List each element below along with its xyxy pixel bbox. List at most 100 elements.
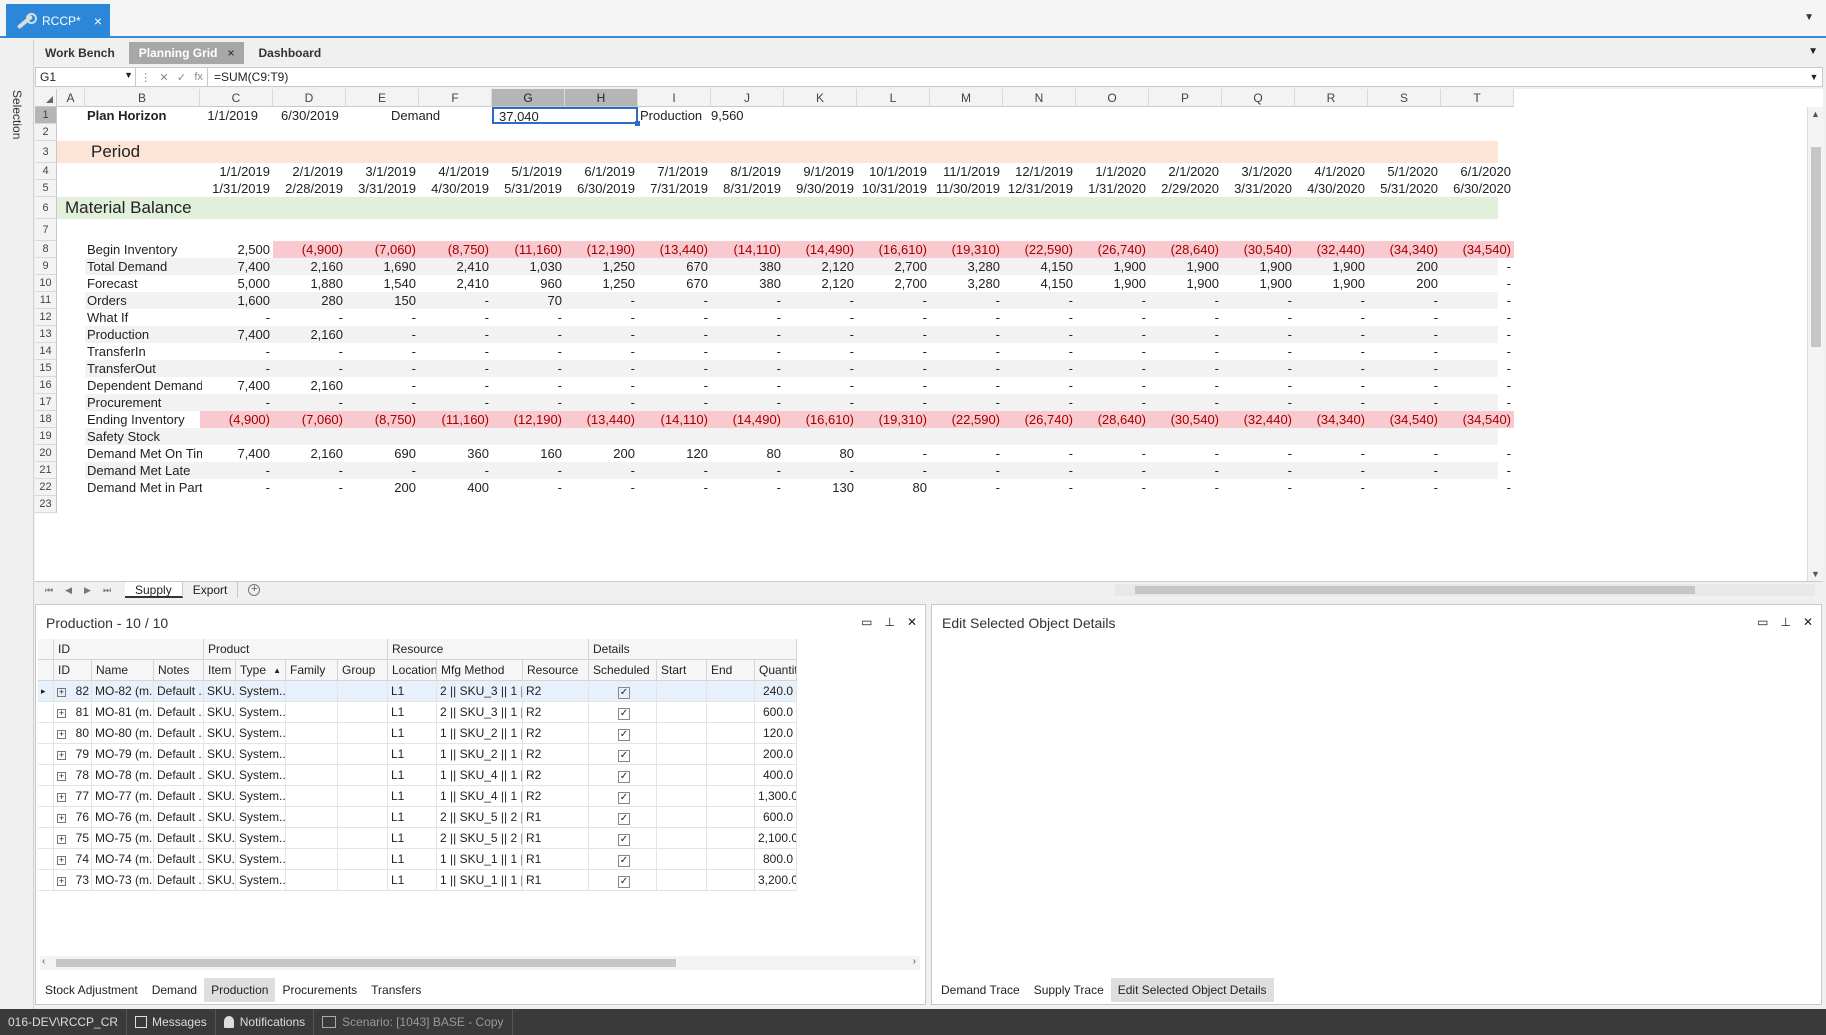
tab-edit-selected-object-details[interactable]: Edit Selected Object Details bbox=[1110, 978, 1274, 1002]
value-cell[interactable]: - bbox=[273, 479, 346, 496]
period-end[interactable]: 10/31/2019 bbox=[857, 180, 930, 197]
maximize-icon[interactable]: ▭ bbox=[861, 615, 872, 629]
end-cell[interactable] bbox=[707, 765, 755, 786]
value-cell[interactable]: (16,610) bbox=[857, 241, 930, 258]
period-start[interactable]: 5/1/2020 bbox=[1368, 163, 1441, 180]
column-header-b[interactable]: B bbox=[85, 89, 200, 107]
column-header-p[interactable]: P bbox=[1149, 89, 1222, 107]
value-cell[interactable] bbox=[711, 428, 784, 445]
value-cell[interactable]: 7,400 bbox=[200, 258, 273, 275]
expand-icon[interactable]: + bbox=[57, 856, 66, 865]
table-row[interactable]: +79MO-79 (m...Default ...SKU...System...… bbox=[38, 744, 797, 765]
start-cell[interactable] bbox=[657, 786, 707, 807]
column-header[interactable]: Start bbox=[657, 660, 707, 681]
tab-transfers[interactable]: Transfers bbox=[364, 978, 428, 1002]
column-header-h[interactable]: H bbox=[565, 89, 638, 107]
value-cell[interactable]: - bbox=[1368, 377, 1441, 394]
value-cell[interactable]: - bbox=[419, 292, 492, 309]
scheduled-cell[interactable]: ✓ bbox=[589, 681, 657, 702]
value-cell[interactable]: - bbox=[638, 462, 711, 479]
start-cell[interactable] bbox=[657, 870, 707, 891]
value-cell[interactable]: (19,310) bbox=[930, 241, 1003, 258]
value-cell[interactable]: - bbox=[492, 394, 565, 411]
value-cell[interactable]: - bbox=[492, 462, 565, 479]
row-label[interactable]: Procurement bbox=[87, 394, 202, 411]
value-cell[interactable]: (13,440) bbox=[565, 411, 638, 428]
value-cell[interactable]: - bbox=[492, 377, 565, 394]
expand-icon[interactable]: + bbox=[57, 793, 66, 802]
group-cell[interactable] bbox=[338, 870, 388, 891]
value-cell[interactable]: - bbox=[857, 377, 930, 394]
period-end[interactable]: 11/30/2019 bbox=[930, 180, 1003, 197]
value-cell[interactable]: - bbox=[200, 394, 273, 411]
period-end[interactable]: 8/31/2019 bbox=[711, 180, 784, 197]
row-indicator[interactable] bbox=[38, 849, 54, 870]
period-start[interactable]: 1/1/2020 bbox=[1076, 163, 1149, 180]
table-row[interactable]: +75MO-75 (m...Default ...SKU...System...… bbox=[38, 828, 797, 849]
value-cell[interactable]: - bbox=[492, 309, 565, 326]
value-cell[interactable]: 120 bbox=[638, 445, 711, 462]
column-header[interactable]: Type ▲ bbox=[236, 660, 286, 681]
period-start[interactable]: 12/1/2019 bbox=[1003, 163, 1076, 180]
value-cell[interactable]: (4,900) bbox=[200, 411, 273, 428]
group-cell[interactable] bbox=[338, 807, 388, 828]
column-header[interactable]: Notes bbox=[154, 660, 204, 681]
item-cell[interactable]: SKU... bbox=[204, 786, 236, 807]
value-cell[interactable]: - bbox=[1149, 445, 1222, 462]
value-cell[interactable]: (30,540) bbox=[1222, 241, 1295, 258]
value-cell[interactable]: - bbox=[419, 394, 492, 411]
quantity-cell[interactable]: 200.0 bbox=[755, 744, 797, 765]
row-indicator[interactable] bbox=[38, 723, 54, 744]
item-cell[interactable]: SKU... bbox=[204, 681, 236, 702]
period-start[interactable]: 3/1/2019 bbox=[346, 163, 419, 180]
scheduled-cell[interactable]: ✓ bbox=[589, 744, 657, 765]
period-end[interactable]: 4/30/2020 bbox=[1295, 180, 1368, 197]
chevron-down-icon[interactable]: ▼ bbox=[1808, 46, 1818, 57]
value-cell[interactable]: 1,030 bbox=[492, 258, 565, 275]
value-cell[interactable]: - bbox=[638, 343, 711, 360]
value-cell[interactable]: 2,120 bbox=[784, 275, 857, 292]
value-cell[interactable]: 360 bbox=[419, 445, 492, 462]
type-cell[interactable]: System... bbox=[236, 786, 286, 807]
period-end[interactable]: 7/31/2019 bbox=[638, 180, 711, 197]
quantity-cell[interactable]: 2,100.0 bbox=[755, 828, 797, 849]
row-header[interactable]: 11 bbox=[35, 292, 57, 309]
plan-horizon-label[interactable]: Plan Horizon bbox=[87, 107, 197, 124]
value-cell[interactable]: (32,440) bbox=[1222, 411, 1295, 428]
expand-cell[interactable]: +81 bbox=[54, 702, 92, 723]
resource-cell[interactable]: R2 bbox=[523, 744, 589, 765]
row-indicator[interactable]: ▸ bbox=[38, 681, 54, 702]
value-cell[interactable]: - bbox=[930, 309, 1003, 326]
value-cell[interactable] bbox=[419, 428, 492, 445]
row-header[interactable]: 17 bbox=[35, 394, 57, 411]
value-cell[interactable]: (11,160) bbox=[492, 241, 565, 258]
value-cell[interactable]: - bbox=[419, 326, 492, 343]
notes-cell[interactable]: Default ... bbox=[154, 744, 204, 765]
family-cell[interactable] bbox=[286, 681, 338, 702]
value-cell[interactable]: - bbox=[711, 292, 784, 309]
name-cell[interactable]: MO-74 (m... bbox=[92, 849, 154, 870]
value-cell[interactable]: 160 bbox=[492, 445, 565, 462]
value-cell[interactable]: - bbox=[1222, 394, 1295, 411]
value-cell[interactable]: - bbox=[930, 462, 1003, 479]
item-cell[interactable]: SKU... bbox=[204, 723, 236, 744]
spreadsheet-grid[interactable]: A B C D E F G H I J K L M N O P Q R S T 1 2 3 4 5 6 7 8 9 10 11 12 13 14 1… bbox=[35, 89, 1823, 581]
value-cell[interactable]: - bbox=[857, 360, 930, 377]
row-indicator[interactable] bbox=[38, 807, 54, 828]
column-header-f[interactable]: F bbox=[419, 89, 492, 107]
value-cell[interactable]: (11,160) bbox=[419, 411, 492, 428]
value-cell[interactable]: - bbox=[857, 445, 930, 462]
expand-icon[interactable]: + bbox=[57, 730, 66, 739]
value-cell[interactable]: - bbox=[1076, 479, 1149, 496]
start-cell[interactable] bbox=[657, 828, 707, 849]
expand-icon[interactable]: + bbox=[57, 772, 66, 781]
table-row[interactable]: +80MO-80 (m...Default ...SKU...System...… bbox=[38, 723, 797, 744]
column-header-j[interactable]: J bbox=[711, 89, 784, 107]
value-cell[interactable]: - bbox=[492, 343, 565, 360]
quantity-cell[interactable]: 800.0 bbox=[755, 849, 797, 870]
confirm-icon[interactable]: ✓ bbox=[177, 71, 186, 84]
column-header-g[interactable]: G bbox=[492, 89, 565, 107]
family-cell[interactable] bbox=[286, 807, 338, 828]
family-cell[interactable] bbox=[286, 870, 338, 891]
checkbox-checked-icon[interactable]: ✓ bbox=[618, 813, 630, 825]
